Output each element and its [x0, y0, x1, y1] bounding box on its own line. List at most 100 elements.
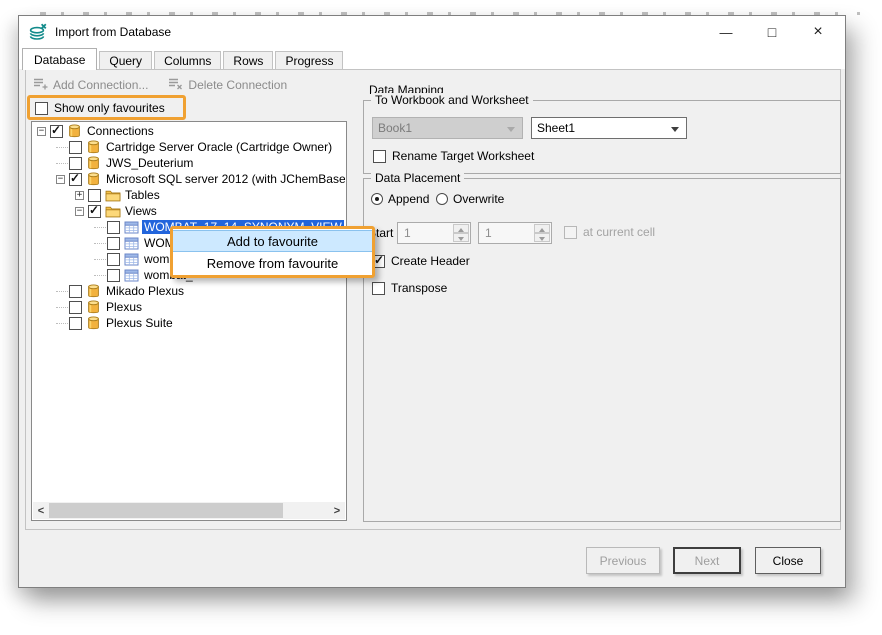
at-current-cell-checkbox[interactable]: at current cell: [564, 225, 655, 239]
create-header-label: Create Header: [391, 254, 470, 268]
add-connection-button[interactable]: Add Connection...: [33, 77, 148, 93]
spin-down-icon[interactable]: [453, 233, 469, 242]
tree-checkbox[interactable]: [107, 221, 120, 234]
append-radio[interactable]: Append: [371, 192, 429, 206]
checkbox-box: [372, 282, 385, 295]
tab-columns[interactable]: Columns: [154, 51, 221, 69]
close-dialog-button[interactable]: Close: [755, 547, 821, 574]
tree-item[interactable]: −Views: [33, 203, 345, 219]
workbook-combo[interactable]: Book1: [372, 117, 523, 139]
tree-checkbox[interactable]: [69, 173, 82, 186]
start-column-spinner[interactable]: 1: [478, 222, 552, 244]
radio-circle: [371, 193, 383, 205]
workbook-group-title: To Workbook and Worksheet: [371, 93, 533, 107]
scroll-left-icon[interactable]: <: [33, 502, 49, 519]
connections-tree-panel: −ConnectionsCartridge Server Oracle (Car…: [31, 121, 347, 521]
view-icon: [123, 237, 140, 250]
tree-item[interactable]: Cartridge Server Oracle (Cartridge Owner…: [33, 139, 345, 155]
spin-up-icon[interactable]: [453, 224, 469, 233]
tree-item[interactable]: +Tables: [33, 187, 345, 203]
scrollbar-thumb[interactable]: [49, 503, 283, 518]
tree-checkbox[interactable]: [69, 157, 82, 170]
maximize-button[interactable]: □: [749, 16, 795, 48]
collapse-icon[interactable]: −: [75, 207, 84, 216]
delete-connection-label: Delete Connection: [188, 78, 287, 92]
minimize-button[interactable]: —: [703, 16, 749, 48]
tree-guide: [56, 307, 68, 308]
tree-checkbox[interactable]: [88, 189, 101, 202]
checkbox-box: [373, 150, 386, 163]
annotation-highlight-menu: Add to favouriteRemove from favourite: [170, 226, 375, 278]
add-connection-label: Add Connection...: [53, 78, 148, 92]
transpose-checkbox[interactable]: Transpose: [372, 281, 447, 295]
spin-up-icon[interactable]: [534, 224, 550, 233]
database-icon: [85, 139, 102, 155]
show-only-favourites-label: Show only favourites: [54, 101, 165, 115]
tab-rows[interactable]: Rows: [223, 51, 273, 69]
view-icon: [123, 221, 140, 234]
tab-database[interactable]: Database: [22, 48, 97, 70]
collapse-icon[interactable]: −: [37, 127, 46, 136]
context-menu: Add to favouriteRemove from favourite: [173, 229, 372, 275]
spin-down-icon[interactable]: [534, 233, 550, 242]
tree-guide: [94, 259, 106, 260]
window-title: Import from Database: [55, 25, 171, 39]
tree-checkbox[interactable]: [69, 317, 82, 330]
tree-guide: [56, 163, 68, 164]
spinner-buttons: [453, 224, 469, 242]
overwrite-radio[interactable]: Overwrite: [436, 192, 504, 206]
expand-icon[interactable]: +: [75, 191, 84, 200]
tree-checkbox[interactable]: [107, 253, 120, 266]
tree-checkbox[interactable]: [107, 269, 120, 282]
tree-checkbox[interactable]: [50, 125, 63, 138]
view-icon: [123, 269, 140, 282]
tree-guide: [56, 291, 68, 292]
worksheet-combo-value: Sheet1: [537, 121, 575, 135]
tree-checkbox[interactable]: [69, 301, 82, 314]
tree-guide: [56, 147, 68, 148]
horizontal-scrollbar[interactable]: < >: [33, 502, 345, 519]
tree-item[interactable]: Plexus Suite: [33, 315, 345, 331]
rename-target-worksheet-checkbox[interactable]: Rename Target Worksheet: [373, 149, 534, 163]
start-row-spinner[interactable]: 1: [397, 222, 471, 244]
connection-toolbar: Add Connection... Delete Connection: [33, 77, 287, 93]
previous-button[interactable]: Previous: [586, 547, 660, 574]
tree-checkbox[interactable]: [69, 141, 82, 154]
tree-checkbox[interactable]: [107, 237, 120, 250]
menu-item-remove-from-favourite[interactable]: Remove from favourite: [173, 252, 372, 274]
menu-item-add-to-favourite[interactable]: Add to favourite: [173, 230, 372, 252]
tree-checkbox[interactable]: [88, 205, 101, 218]
at-current-cell-label: at current cell: [583, 225, 655, 239]
tree-item[interactable]: JWS_Deuterium: [33, 155, 345, 171]
transpose-label: Transpose: [391, 281, 447, 295]
app-icon: [28, 23, 48, 42]
database-icon: [85, 315, 102, 331]
tree-item[interactable]: Plexus: [33, 299, 345, 315]
folder-icon: [104, 189, 121, 202]
next-button[interactable]: Next: [673, 547, 741, 574]
tree-guide: [94, 275, 106, 276]
show-only-favourites-checkbox[interactable]: Show only favourites: [35, 101, 165, 115]
data-placement-title: Data Placement: [371, 171, 464, 185]
tree-item-label: Plexus: [104, 300, 144, 314]
window-controls: — □ ×: [703, 16, 841, 48]
scroll-right-icon[interactable]: >: [329, 502, 345, 519]
database-icon: [66, 123, 83, 139]
spinner-buttons: [534, 224, 550, 242]
tree-item[interactable]: −Connections: [33, 123, 345, 139]
tab-query[interactable]: Query: [99, 51, 152, 69]
workbook-worksheet-group: To Workbook and Worksheet Book1 Sheet1 R…: [363, 100, 841, 174]
tree-item[interactable]: −Microsoft SQL server 2012 (with JChemBa…: [33, 171, 345, 187]
create-header-checkbox[interactable]: Create Header: [372, 254, 470, 268]
database-icon: [85, 171, 102, 187]
start-row-value: 1: [404, 226, 411, 240]
tree-checkbox[interactable]: [69, 285, 82, 298]
delete-connection-button[interactable]: Delete Connection: [168, 77, 287, 93]
close-window-button[interactable]: ×: [795, 16, 841, 48]
collapse-icon[interactable]: −: [56, 175, 65, 184]
tab-progress[interactable]: Progress: [275, 51, 343, 69]
tree-item[interactable]: Mikado Plexus: [33, 283, 345, 299]
data-placement-group: Data Placement Append Overwrite Start 1 …: [363, 178, 841, 522]
worksheet-combo[interactable]: Sheet1: [531, 117, 687, 139]
title-bar: Import from Database — □ ×: [19, 16, 845, 48]
